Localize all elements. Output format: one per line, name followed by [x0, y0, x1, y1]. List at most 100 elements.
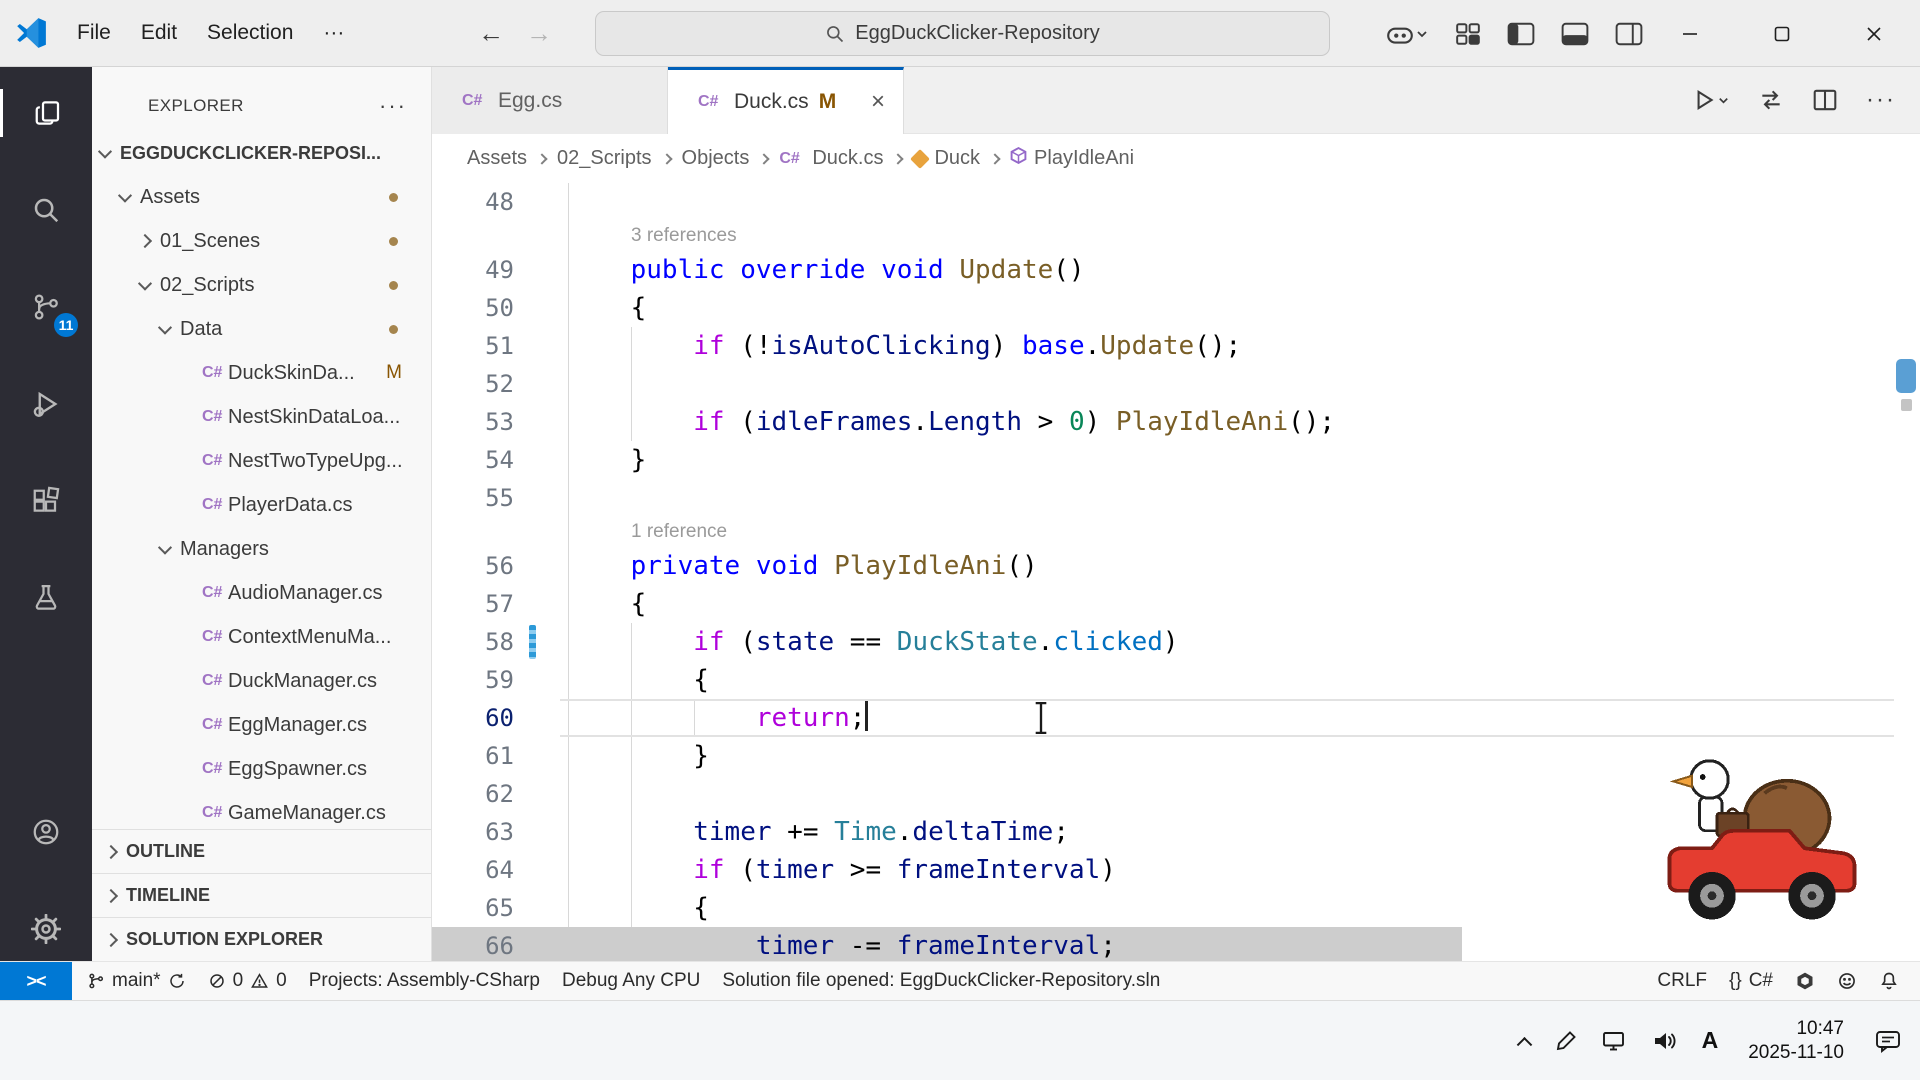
back-button[interactable]: ← — [478, 18, 504, 49]
taskbar-clock[interactable]: 10:47 2025-11-10 — [1748, 1017, 1844, 1065]
toggle-primary-sidebar-button[interactable] — [1507, 22, 1535, 46]
close-button[interactable] — [1828, 0, 1920, 67]
maximize-button[interactable] — [1736, 0, 1828, 67]
notification-center-icon[interactable] — [1874, 1028, 1902, 1054]
breadcrumb-item-duck[interactable]: Duck — [913, 147, 980, 170]
run-button[interactable] — [1691, 87, 1730, 113]
code-line-49[interactable]: 49 public override void Update() — [432, 251, 1920, 289]
breadcrumb-item-duck-cs[interactable]: C#Duck.cs — [779, 147, 883, 170]
code-line-50[interactable]: 50 { — [432, 289, 1920, 327]
toggle-panel-button[interactable] — [1561, 22, 1589, 46]
code-line-59[interactable]: 59 { — [432, 661, 1920, 699]
tree-item-01-scenes[interactable]: 01_Scenes — [92, 219, 432, 263]
tree-item-duckmanager-cs[interactable]: C#DuckManager.cs — [92, 659, 432, 703]
tree-item-02-scripts[interactable]: 02_Scripts — [92, 263, 432, 307]
source-control-icon[interactable]: 11 — [0, 283, 92, 331]
menu-overflow[interactable]: ··· — [308, 13, 359, 53]
projects-status[interactable]: Projects: Assembly-CSharp — [298, 962, 551, 1000]
tree-item-audiomanager-cs[interactable]: C#AudioManager.cs — [92, 571, 432, 615]
editor-more-actions[interactable]: ··· — [1866, 86, 1896, 114]
build-config-status[interactable]: Debug Any CPU — [551, 962, 711, 1000]
explorer-more-actions[interactable]: ··· — [379, 93, 407, 119]
toggle-secondary-sidebar-button[interactable] — [1615, 22, 1643, 46]
minimize-button[interactable] — [1644, 0, 1736, 67]
code-line-60[interactable]: 60 return; — [432, 699, 1920, 737]
volume-icon[interactable] — [1652, 1029, 1678, 1053]
breadcrumb-item-02-scripts[interactable]: 02_Scripts — [557, 147, 652, 170]
tree-item-gamemanager-cs[interactable]: C#GameManager.cs — [92, 791, 432, 829]
close-tab-icon[interactable]: × — [871, 88, 885, 116]
codelens-references[interactable]: 1 reference — [432, 517, 1920, 547]
tree-item-nestskindataloa[interactable]: C#NestSkinDataLoa... — [92, 395, 432, 439]
explorer-icon[interactable] — [0, 89, 92, 137]
csharp-file-icon: C# — [202, 364, 228, 382]
chevron-down-icon — [1717, 94, 1730, 107]
pen-icon[interactable] — [1554, 1029, 1578, 1053]
extensions-icon[interactable] — [0, 477, 92, 525]
problems-status[interactable]: 0 0 — [197, 962, 298, 1000]
tab-label: Duck.cs — [734, 90, 809, 114]
breadcrumb-item-assets[interactable]: Assets — [467, 147, 527, 170]
customize-layout-button[interactable] — [1455, 22, 1481, 46]
notifications-bell-icon[interactable] — [1868, 962, 1910, 1000]
section-timeline[interactable]: TIMELINE — [92, 873, 432, 917]
search-view-icon[interactable] — [0, 186, 92, 234]
tree-item-duckskinda[interactable]: C#DuckSkinDa...M — [92, 351, 432, 395]
codelens-references[interactable]: 3 references — [432, 221, 1920, 251]
split-editor-button[interactable] — [1812, 87, 1838, 113]
tree-item-eggspawner-cs[interactable]: C#EggSpawner.cs — [92, 747, 432, 791]
windows-taskbar: A 10:47 2025-11-10 — [0, 1000, 1920, 1080]
testing-icon[interactable] — [0, 574, 92, 622]
tab-duck-cs[interactable]: C#Duck.csM× — [668, 67, 904, 134]
code-line-48[interactable]: 48 — [432, 183, 1920, 221]
breadcrumb-item-playidleani[interactable]: PlayIdleAni — [1010, 147, 1134, 170]
open-changes-button[interactable] — [1758, 87, 1784, 113]
section-solution-explorer[interactable]: SOLUTION EXPLORER — [92, 917, 432, 961]
remote-indicator[interactable]: >< — [0, 962, 72, 1000]
menu-edit[interactable]: Edit — [126, 13, 192, 53]
accounts-icon[interactable] — [0, 808, 92, 856]
menu-file[interactable]: File — [62, 13, 126, 53]
run-debug-icon[interactable] — [0, 380, 92, 428]
tree-item-contextmenuma[interactable]: C#ContextMenuMa... — [92, 615, 432, 659]
code-line-55[interactable]: 55 — [432, 479, 1920, 517]
tab-egg-cs[interactable]: C#Egg.cs — [432, 67, 668, 134]
line-number: 59 — [432, 661, 568, 699]
tree-item-eggduckclicker-reposi[interactable]: EGGDUCKCLICKER-REPOSI... — [92, 131, 432, 175]
git-branch-status[interactable]: main* — [76, 962, 197, 1000]
tree-item-managers[interactable]: Managers — [92, 527, 432, 571]
scrollbar-thumb[interactable] — [1896, 359, 1916, 393]
forward-button[interactable]: → — [526, 18, 552, 49]
chevron-down-icon — [118, 189, 132, 203]
code-line-51[interactable]: 51 if (!isAutoClicking) base.Update(); — [432, 327, 1920, 365]
eol-status[interactable]: CRLF — [1646, 962, 1718, 1000]
command-center-search[interactable]: EggDuckClicker-Repository — [595, 11, 1330, 56]
code-line-56[interactable]: 56 private void PlayIdleAni() — [432, 547, 1920, 585]
tree-item-assets[interactable]: Assets — [92, 175, 432, 219]
menu-selection[interactable]: Selection — [192, 13, 308, 53]
solution-status[interactable]: Solution file opened: EggDuckClicker-Rep… — [711, 962, 1171, 1000]
breadcrumb-item-objects[interactable]: Objects — [682, 147, 750, 170]
tray-expand-icon[interactable] — [1519, 1035, 1530, 1046]
tree-item-data[interactable]: Data — [92, 307, 432, 351]
tree-item-playerdata-cs[interactable]: C#PlayerData.cs — [92, 483, 432, 527]
clock-date: 2025-11-10 — [1748, 1041, 1844, 1065]
unity-icon[interactable] — [1784, 962, 1826, 1000]
code-line-53[interactable]: 53 if (idleFrames.Length > 0) PlayIdleAn… — [432, 403, 1920, 441]
tree-item-nesttwotypeupg[interactable]: C#NestTwoTypeUpg... — [92, 439, 432, 483]
code-line-54[interactable]: 54 } — [432, 441, 1920, 479]
code-line-52[interactable]: 52 — [432, 365, 1920, 403]
code-line-57[interactable]: 57 { — [432, 585, 1920, 623]
copilot-button[interactable] — [1385, 21, 1429, 47]
chevron-right-icon — [138, 234, 152, 248]
code-line-text: { — [568, 289, 646, 327]
section-outline[interactable]: OUTLINE — [92, 829, 432, 873]
feedback-smiley-icon[interactable] — [1826, 962, 1868, 1000]
network-icon[interactable] — [1602, 1029, 1628, 1053]
settings-gear-icon[interactable] — [0, 905, 92, 953]
code-line-text: } — [568, 441, 646, 479]
language-status[interactable]: {}C# — [1718, 962, 1784, 1000]
tree-item-eggmanager-cs[interactable]: C#EggManager.cs — [92, 703, 432, 747]
ime-language-indicator[interactable]: A — [1702, 1027, 1719, 1054]
code-line-58[interactable]: 58 if (state == DuckState.clicked) — [432, 623, 1920, 661]
